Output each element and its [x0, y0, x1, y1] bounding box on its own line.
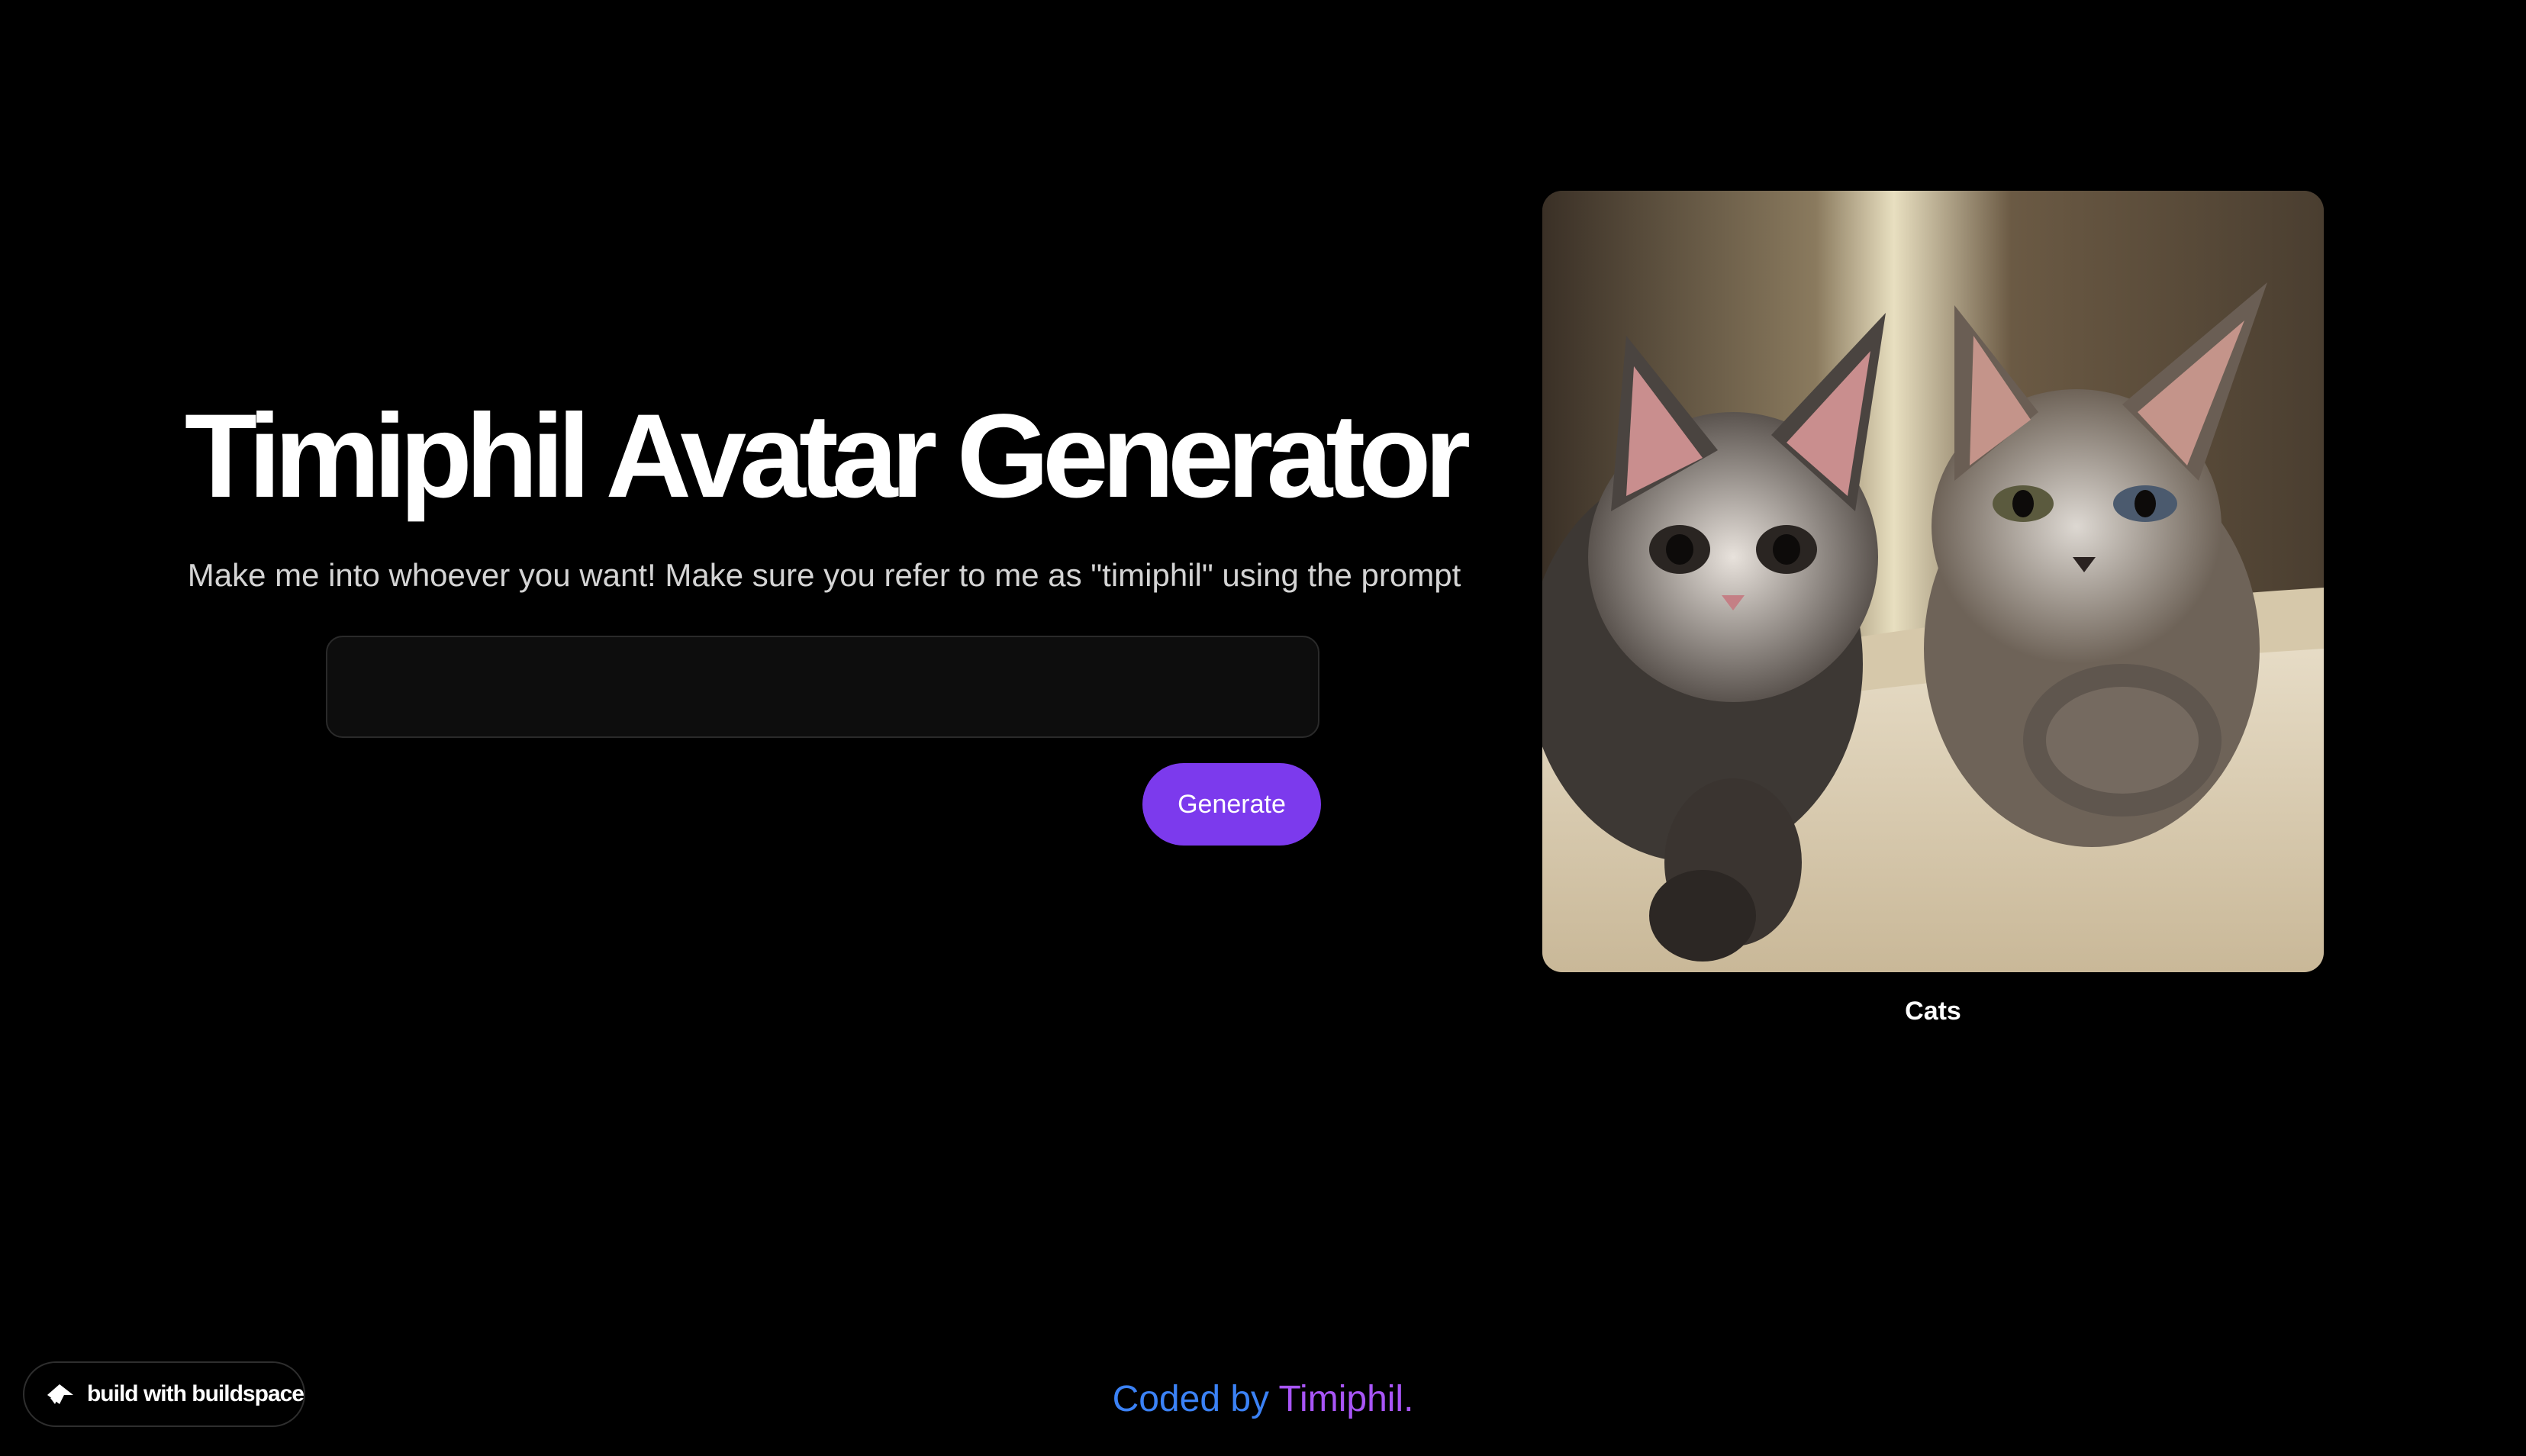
footer-prefix: Coded by [1112, 1379, 1279, 1419]
hero: Timiphil Avatar Generator Make me into w… [183, 390, 1471, 594]
generated-image [1542, 191, 2324, 972]
generate-button[interactable]: Generate [1142, 763, 1321, 846]
cats-image [1542, 191, 2324, 972]
prompt-input[interactable] [326, 636, 1319, 738]
author-link[interactable]: Timiphil. [1279, 1379, 1414, 1419]
footer-credit: Coded by Timiphil. [0, 1378, 2526, 1420]
page-subtitle: Make me into whoever you want! Make sure… [187, 557, 1461, 593]
image-caption: Cats [1905, 997, 1961, 1026]
page: Timiphil Avatar Generator Make me into w… [0, 0, 2526, 1456]
page-title: Timiphil Avatar Generator [184, 390, 1471, 523]
